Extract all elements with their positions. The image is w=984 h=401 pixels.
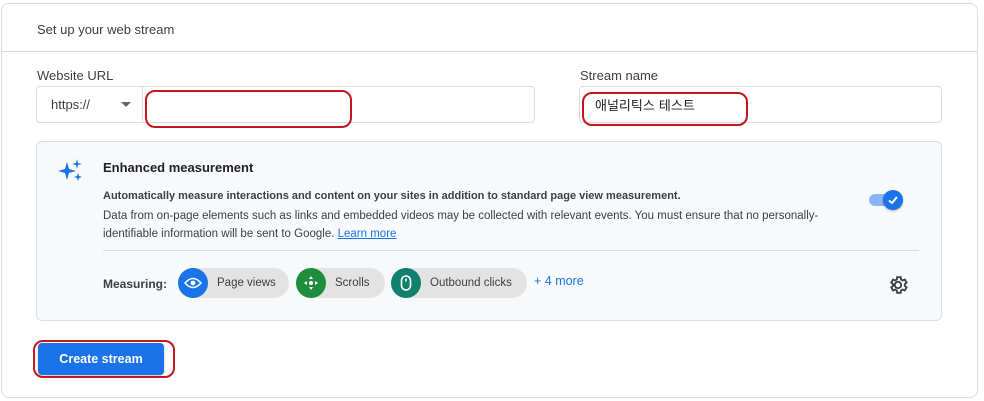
enhanced-measurement-toggle[interactable]	[869, 190, 903, 210]
chip-page-views[interactable]: Page views	[178, 268, 289, 298]
stream-name-field	[579, 86, 942, 123]
gear-icon[interactable]	[887, 274, 909, 301]
crosshair-icon	[296, 268, 326, 298]
learn-more-link[interactable]: Learn more	[338, 228, 397, 240]
website-url-field: https://	[36, 86, 535, 123]
card-header: Set up your web stream	[2, 4, 977, 52]
check-icon	[883, 190, 903, 210]
website-url-label: Website URL	[37, 68, 114, 83]
chip-label: Page views	[217, 277, 276, 289]
sparkle-icon	[58, 158, 84, 189]
enhanced-measurement-description: Data from on-page elements such as links…	[103, 207, 873, 243]
card-title: Set up your web stream	[37, 22, 175, 37]
protocol-select[interactable]: https://	[37, 87, 143, 122]
enhanced-measurement-panel: Enhanced measurement Automatically measu…	[36, 141, 942, 321]
more-measurements-link[interactable]: + 4 more	[534, 274, 584, 288]
chip-label: Scrolls	[335, 277, 370, 289]
stream-name-label: Stream name	[580, 68, 659, 83]
eye-icon	[178, 268, 208, 298]
enhanced-measurement-summary: Automatically measure interactions and c…	[103, 190, 681, 202]
description-text: Data from on-page elements such as links…	[103, 210, 819, 240]
mouse-icon	[391, 268, 421, 298]
protocol-value: https://	[51, 97, 91, 112]
chip-scrolls[interactable]: Scrolls	[296, 268, 385, 298]
chip-outbound-clicks[interactable]: Outbound clicks	[391, 268, 527, 298]
chip-label: Outbound clicks	[430, 277, 512, 289]
divider	[103, 250, 919, 251]
chevron-down-icon	[121, 102, 131, 107]
measuring-label: Measuring:	[103, 277, 168, 291]
stream-name-input[interactable]	[580, 87, 941, 122]
create-stream-button[interactable]: Create stream	[38, 343, 164, 375]
enhanced-measurement-title: Enhanced measurement	[103, 160, 254, 175]
website-url-input[interactable]	[144, 87, 534, 122]
